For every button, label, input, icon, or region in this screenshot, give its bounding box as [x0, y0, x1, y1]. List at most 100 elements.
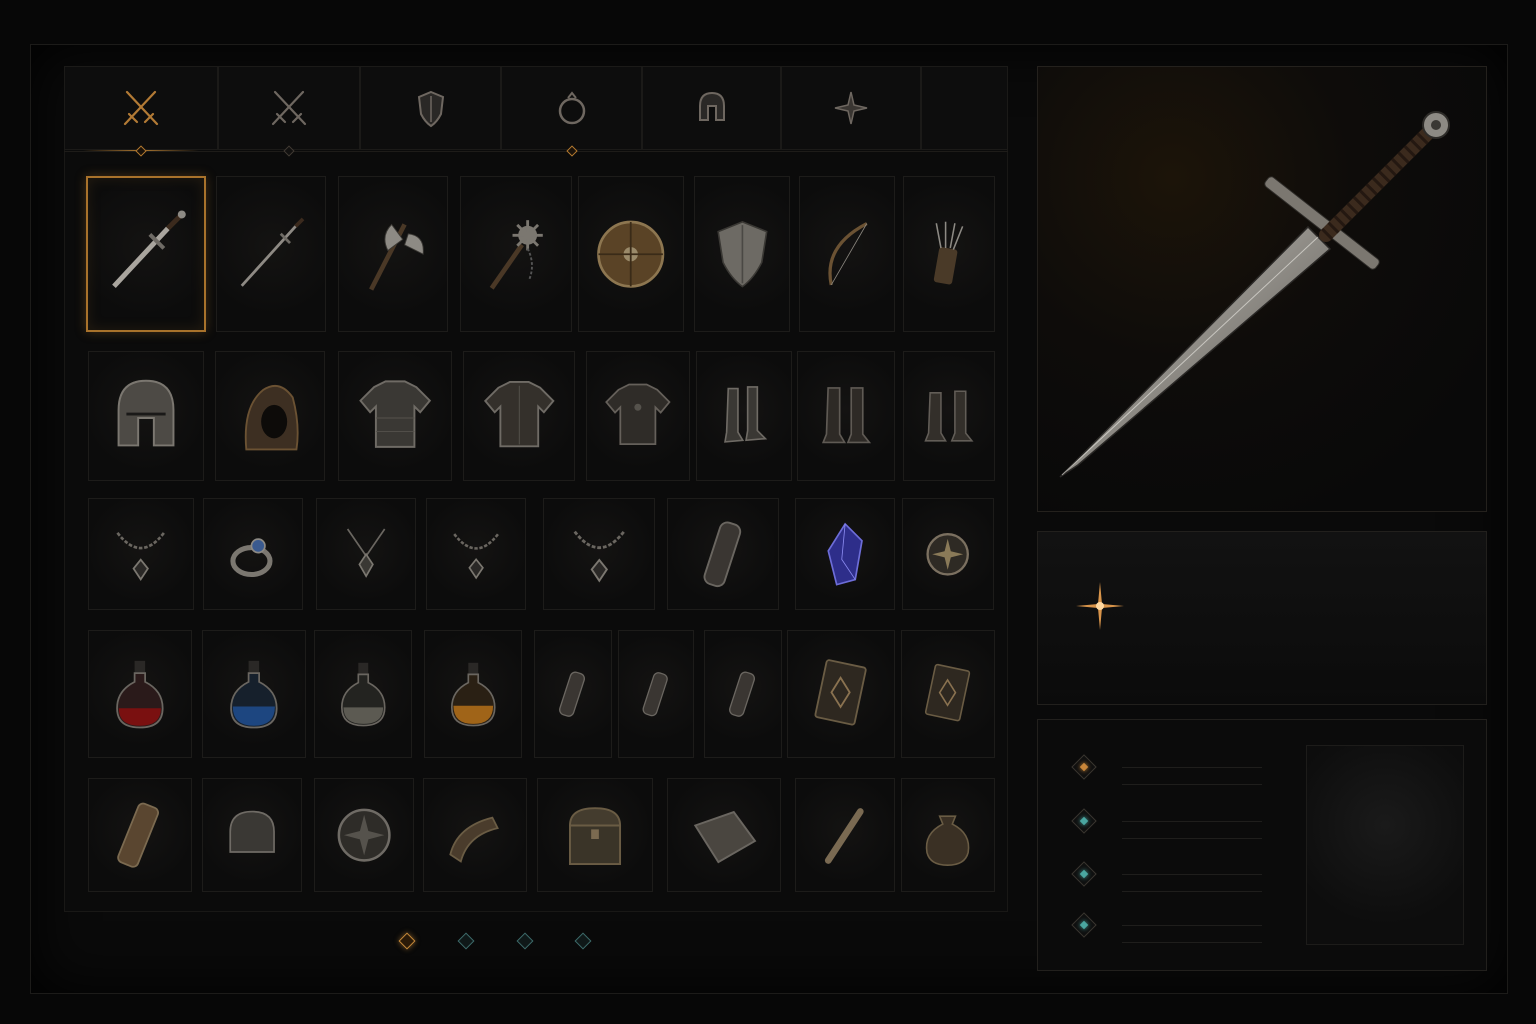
stat-row-line	[1122, 838, 1262, 839]
leather-armor-icon	[605, 383, 671, 445]
battle-axe-icon	[368, 223, 424, 291]
inventory-slot-rune-tome[interactable]	[901, 630, 995, 758]
longbow-icon	[828, 221, 868, 286]
scroll-case-icon	[703, 521, 741, 587]
inventory-slot-coin-pouch[interactable]	[901, 778, 995, 892]
stat-row-line	[1122, 821, 1262, 822]
tab-shields[interactable]	[360, 66, 501, 150]
chainmail-armor-icon	[359, 380, 431, 448]
inventory-slot-bone[interactable]	[795, 778, 895, 892]
inventory-slot-rapier[interactable]	[216, 176, 326, 332]
stat-row-line	[1122, 767, 1262, 768]
inventory-slot-horn[interactable]	[423, 778, 527, 892]
rune-tome-icon	[814, 659, 868, 726]
inventory-slot-great-helm[interactable]	[88, 351, 204, 481]
round-shield-icon	[597, 220, 665, 288]
longsword-icon	[1059, 111, 1450, 478]
amulet-icon	[453, 533, 499, 580]
inventory-slot-amulet[interactable]	[426, 498, 526, 610]
sparkle-star-icon	[1076, 582, 1124, 630]
inventory-slot-plate-armor[interactable]	[463, 351, 575, 481]
scroll-case-icon	[729, 671, 756, 717]
category-tabs	[64, 66, 1008, 157]
inventory-slot-longsword[interactable]	[86, 176, 206, 332]
inventory-slot-rune-tome[interactable]	[787, 630, 895, 758]
leather-boots-icon	[821, 387, 871, 444]
rapier-icon	[240, 217, 304, 287]
inventory-slot-leather-boots[interactable]	[797, 351, 895, 481]
inventory-slot-amber-potion[interactable]	[424, 630, 522, 758]
inventory-slot-battle-axe[interactable]	[338, 176, 448, 332]
small-chest-icon	[568, 807, 622, 865]
inventory-slot-blue-potion[interactable]	[202, 630, 306, 758]
sapphire-gem-icon	[827, 522, 863, 586]
stat-row-line	[1122, 874, 1262, 875]
inventory-slot-flail[interactable]	[460, 176, 572, 332]
inventory-slot-small-chest[interactable]	[537, 778, 653, 892]
stat-row-line	[1122, 942, 1262, 943]
amulet-icon	[116, 531, 166, 581]
longsword-icon	[112, 210, 186, 288]
rune-tome-icon	[925, 663, 971, 722]
inventory-slot-sapphire-gem[interactable]	[795, 498, 895, 610]
inventory-slot-scroll[interactable]	[88, 778, 192, 892]
inventory-slot-round-shield[interactable]	[578, 176, 684, 332]
iron-cap-icon	[229, 810, 275, 853]
helmet-icon	[698, 91, 725, 121]
inventory-slot-red-potion[interactable]	[88, 630, 192, 758]
great-helm-icon	[117, 379, 175, 447]
inventory-slot-amulet[interactable]	[543, 498, 655, 610]
blue-potion-icon	[230, 660, 278, 729]
sapphire-ring-icon	[230, 537, 273, 577]
inventory-slot-pendant[interactable]	[316, 498, 416, 610]
cloth-icon	[693, 810, 757, 864]
inventory-slot-iron-cap[interactable]	[202, 778, 302, 892]
inventory-slot-scroll-case[interactable]	[534, 630, 612, 758]
tab-misc[interactable]	[781, 66, 921, 150]
inventory-slot-shield-emblem[interactable]	[314, 778, 414, 892]
tab-empty[interactable]	[921, 66, 1008, 150]
inventory-slot-chainmail-armor[interactable]	[338, 351, 452, 481]
quiver-icon	[934, 221, 964, 285]
inventory-slot-tall-boots[interactable]	[903, 351, 995, 481]
scroll-icon	[117, 802, 160, 868]
ring-icon	[558, 91, 585, 125]
flail-icon	[489, 219, 543, 290]
iron-boots-icon	[723, 386, 767, 443]
crossed-swords-icon	[123, 90, 159, 126]
inventory-slot-scroll-case[interactable]	[618, 630, 694, 758]
tab-helmets[interactable]	[642, 66, 781, 150]
amulet-icon	[573, 530, 625, 583]
inventory-slot-scroll-case[interactable]	[667, 498, 779, 610]
kite-shield-icon	[716, 220, 768, 288]
plate-armor-icon	[483, 380, 555, 448]
inventory-slot-kite-shield[interactable]	[694, 176, 790, 332]
compass-star-icon	[834, 91, 868, 125]
shield-icon	[417, 90, 444, 128]
inventory-slot-iron-boots[interactable]	[696, 351, 792, 481]
tab-weapons-alt[interactable]	[218, 66, 360, 157]
inventory-slot-amulet[interactable]	[88, 498, 194, 610]
bone-icon	[824, 808, 864, 864]
compass-coin-icon	[926, 532, 970, 576]
inventory-slot-cloth[interactable]	[667, 778, 781, 892]
crossed-swords-icon	[271, 90, 307, 126]
stat-row-line	[1122, 891, 1262, 892]
inventory-slot-scroll-case[interactable]	[704, 630, 782, 758]
inventory-slot-leather-armor[interactable]	[586, 351, 690, 481]
hood-icon	[244, 384, 299, 451]
inventory-slot-longbow[interactable]	[799, 176, 895, 332]
inventory-slot-sapphire-ring[interactable]	[203, 498, 303, 610]
inventory-slot-quiver[interactable]	[903, 176, 995, 332]
inventory-slot-hood[interactable]	[215, 351, 325, 481]
amber-potion-icon	[450, 662, 496, 727]
tab-rings[interactable]	[501, 66, 642, 157]
tab-weapons[interactable]	[64, 66, 218, 157]
scroll-case-icon	[559, 671, 586, 717]
pendant-icon	[346, 528, 386, 578]
inventory-slot-clear-potion[interactable]	[314, 630, 412, 758]
inventory-slot-compass-coin[interactable]	[902, 498, 994, 610]
shield-emblem-icon	[337, 808, 391, 862]
stat-row-line	[1122, 925, 1262, 926]
tall-boots-icon	[924, 390, 974, 442]
